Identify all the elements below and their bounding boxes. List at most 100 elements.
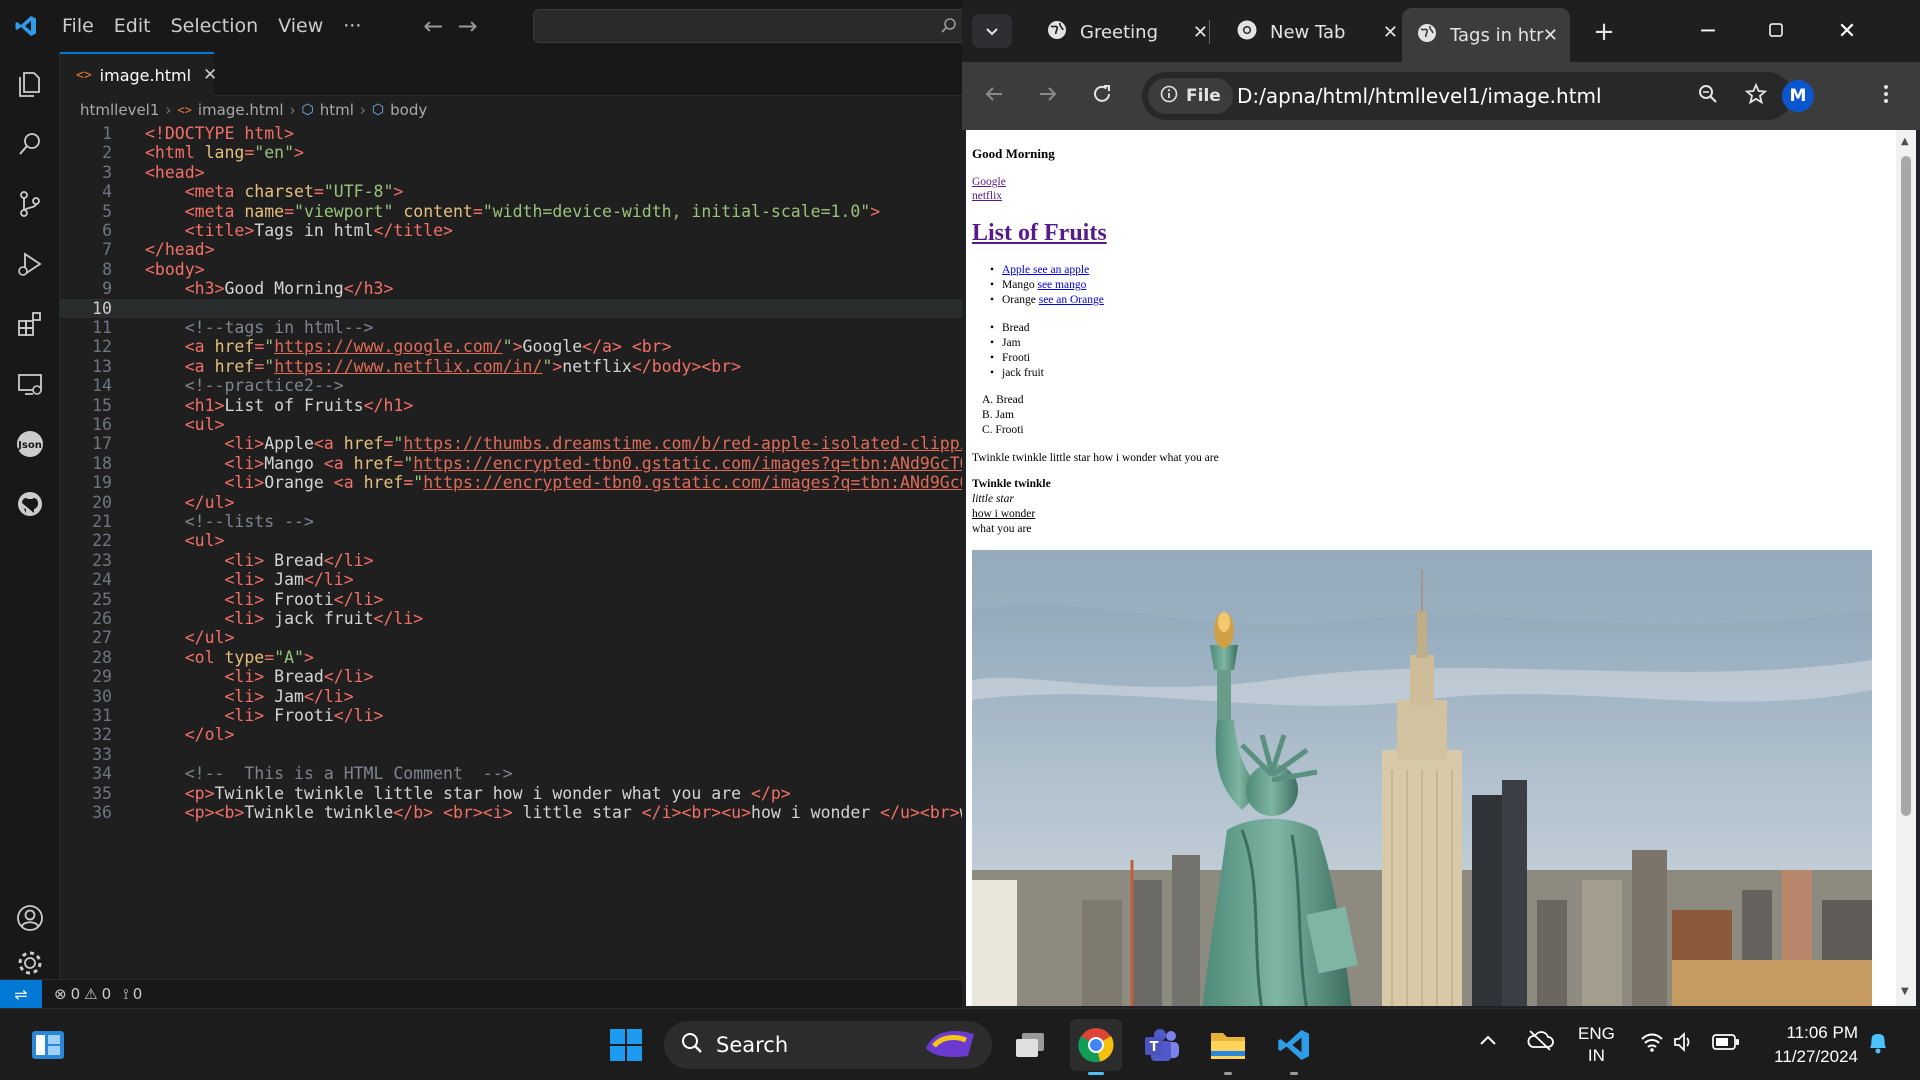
language-indicator[interactable]: ENG IN (1578, 1023, 1615, 1067)
code-line[interactable]: 4 <meta charset="UTF-8"> (60, 182, 962, 201)
code-line[interactable]: 11 <!--tags in html--> (60, 318, 962, 337)
profile-avatar[interactable]: M (1782, 80, 1814, 112)
tab-greeting[interactable]: Greeting ✕ (1032, 12, 1220, 52)
forward-button[interactable] (1030, 78, 1066, 114)
github-icon[interactable] (0, 474, 60, 534)
code-line[interactable]: 23 <li> Bread</li> (60, 551, 962, 570)
fruit-link[interactable]: Apple see an apple (1002, 264, 1089, 276)
run-debug-icon[interactable] (0, 234, 60, 294)
chevron-up-icon[interactable] (1478, 1033, 1498, 1052)
code-line[interactable]: 18 <li>Mango <a href="https://encrypted-… (60, 454, 962, 473)
url-text[interactable]: D:/apna/html/htmllevel1/image.html (1237, 72, 1602, 120)
code-line[interactable]: 36 <p><b>Twinkle twinkle</b> <br><i> lit… (60, 803, 962, 822)
code-line[interactable]: 28 <ol type="A"> (60, 648, 962, 667)
clock[interactable]: 11:06 PM 11/27/2024 (1756, 1021, 1858, 1069)
code-line[interactable]: 33 (60, 745, 962, 764)
tab-new-tab[interactable]: New Tab ✕ (1222, 12, 1410, 52)
task-view-icon[interactable] (1004, 1019, 1056, 1071)
close-icon[interactable]: ✕ (203, 65, 217, 85)
maximize-button[interactable] (1742, 0, 1810, 62)
code-line[interactable]: 22 <ul> (60, 531, 962, 550)
code-line[interactable]: 3 <head> (60, 163, 962, 182)
tab-image-html[interactable]: <> image.html ✕ (60, 52, 217, 96)
back-button[interactable] (976, 78, 1012, 114)
wifi-icon[interactable] (1640, 1031, 1664, 1058)
code-line[interactable]: 31 <li> Frooti</li> (60, 706, 962, 725)
notification-bell-icon[interactable] (1866, 1029, 1890, 1060)
fruit-link[interactable]: see mango (1037, 279, 1086, 291)
code-line[interactable]: 30 <li> Jam</li> (60, 687, 962, 706)
code-line[interactable]: 15 <h1>List of Fruits</h1> (60, 396, 962, 415)
settings-gear-icon[interactable] (0, 948, 60, 978)
code-line[interactable]: 8 <body> (60, 260, 962, 279)
code-line[interactable]: 7 </head> (60, 240, 962, 259)
code-line[interactable]: 13 <a href="https://www.netflix.com/in/"… (60, 357, 962, 376)
code-editor[interactable]: 1 <!DOCTYPE html> 2 <html lang="en"> 3 <head>… (60, 124, 962, 979)
code-line[interactable]: 27 </ul> (60, 628, 962, 647)
code-line[interactable]: 24 <li> Jam</li> (60, 570, 962, 589)
link-google[interactable]: Google (972, 176, 1006, 188)
problems-indicator[interactable]: ⊗ 0 ⚠ 0 (54, 985, 111, 1003)
cloud-offline-icon[interactable] (1526, 1029, 1554, 1056)
code-line[interactable]: 35 <p>Twinkle twinkle little star how i … (60, 784, 962, 803)
link-netflix[interactable]: netflix (972, 190, 1002, 202)
account-icon[interactable] (0, 888, 60, 948)
code-line[interactable]: 25 <li> Frooti</li> (60, 590, 962, 609)
reload-button[interactable] (1084, 78, 1120, 114)
code-line[interactable]: 20 </ul> (60, 493, 962, 512)
code-line[interactable]: 12 <a href="https://www.google.com/">Goo… (60, 337, 962, 356)
breadcrumb-folder[interactable]: htmllevel1 (80, 101, 159, 119)
zoom-button[interactable] (1690, 78, 1726, 114)
vscode-taskbar-icon[interactable] (1268, 1019, 1320, 1075)
code-line[interactable]: 29 <li> Bread</li> (60, 667, 962, 686)
json-icon[interactable]: Json (0, 414, 60, 474)
fruit-link[interactable]: see an Orange (1039, 294, 1104, 306)
code-line[interactable]: 32 </ol> (60, 725, 962, 744)
battery-icon[interactable] (1712, 1033, 1740, 1056)
menu-selection[interactable]: Selection (161, 0, 269, 52)
scrollbar-thumb[interactable] (1901, 156, 1911, 816)
code-line[interactable]: 9 <h3>Good Morning</h3> (60, 279, 962, 298)
close-icon[interactable]: ✕ (1193, 22, 1208, 43)
breadcrumb-body[interactable]: body (390, 101, 427, 119)
code-line[interactable]: 6 <title>Tags in html</title> (60, 221, 962, 240)
code-line[interactable]: 2 <html lang="en"> (60, 143, 962, 162)
menu-view[interactable]: View (268, 0, 333, 52)
source-control-icon[interactable] (0, 174, 60, 234)
forward-arrow-icon[interactable]: → (457, 12, 477, 40)
code-line[interactable]: 16 <ul> (60, 415, 962, 434)
code-line[interactable]: 26 <li> jack fruit</li> (60, 609, 962, 628)
volume-icon[interactable] (1672, 1031, 1694, 1058)
start-windows-icon[interactable] (600, 1019, 652, 1071)
code-line[interactable]: 10 (60, 298, 962, 318)
close-window-button[interactable]: ✕ (1812, 0, 1882, 62)
bookmark-button[interactable] (1738, 78, 1774, 114)
ports-indicator[interactable]: ⟟ 0 (123, 985, 142, 1003)
chrome-taskbar-icon[interactable] (1070, 1019, 1122, 1075)
site-info-chip[interactable]: File (1148, 78, 1233, 114)
code-line[interactable]: 19 <li>Orange <a href="https://encrypted… (60, 473, 962, 492)
code-line[interactable]: 17 <li>Apple<a href="https://thumbs.drea… (60, 434, 962, 453)
page-scrollbar[interactable]: ▲ ▼ (1896, 130, 1916, 1006)
breadcrumb-html[interactable]: html (320, 101, 354, 119)
breadcrumb-file[interactable]: image.html (198, 101, 284, 119)
remote-indicator-icon[interactable]: ⇌ (0, 979, 42, 1008)
code-line[interactable]: 34 <!-- This is a HTML Comment --> (60, 764, 962, 783)
command-center-search[interactable] (533, 9, 962, 43)
explorer-icon[interactable] (0, 54, 60, 114)
tab-search-button[interactable] (972, 14, 1012, 48)
teams-icon[interactable]: T (1136, 1019, 1188, 1071)
code-line[interactable]: 14 <!--practice2--> (60, 376, 962, 395)
menu-more[interactable]: ··· (333, 0, 371, 52)
scroll-down-icon[interactable]: ▼ (1901, 986, 1909, 997)
code-line[interactable]: 1 <!DOCTYPE html> (60, 124, 962, 143)
new-tab-button[interactable]: + (1584, 12, 1624, 52)
close-icon[interactable]: ✕ (1543, 25, 1558, 46)
page-heading-h1[interactable]: List of Fruits (972, 220, 1107, 246)
tab-tags-in-html[interactable]: Tags in htr ✕ (1402, 8, 1570, 62)
code-line[interactable]: 21 <!--lists --> (60, 512, 962, 531)
remote-explorer-icon[interactable] (0, 354, 60, 414)
close-icon[interactable]: ✕ (1383, 22, 1398, 43)
file-explorer-icon[interactable] (1202, 1019, 1254, 1075)
minimize-button[interactable]: ─ (1674, 0, 1742, 62)
